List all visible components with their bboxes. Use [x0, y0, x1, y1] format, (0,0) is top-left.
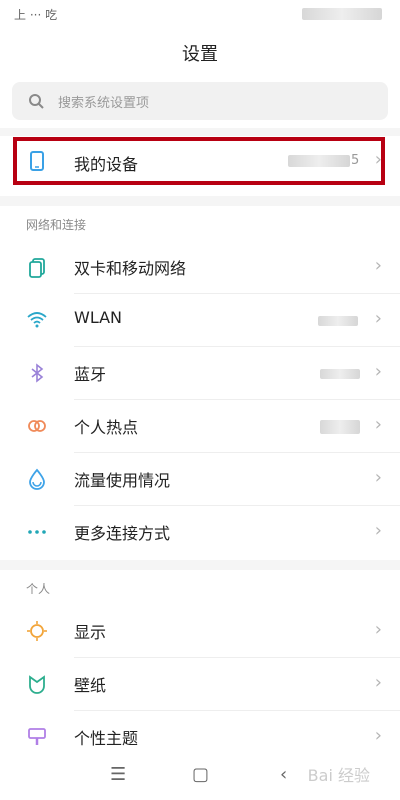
- status-carrier: 上 ··· 吃: [14, 8, 58, 22]
- chevron-right-icon: ›: [374, 520, 382, 541]
- row-wallpaper[interactable]: 壁纸 ›: [0, 658, 400, 711]
- menu-button[interactable]: ☰: [110, 764, 126, 785]
- hotspot-icon: [28, 420, 46, 432]
- row-dual-sim[interactable]: 双卡和移动网络 ›: [0, 241, 400, 294]
- navigation-bar: ☰ ▢ ‹ Bai 经验: [0, 752, 400, 800]
- section-title-personal: 个人: [26, 582, 51, 596]
- status-icons: [302, 8, 382, 20]
- row-bluetooth[interactable]: 蓝牙 ›: [0, 347, 400, 400]
- section-divider: [0, 196, 400, 206]
- search-placeholder: 搜索系统设置项: [58, 96, 150, 111]
- chevron-right-icon: ›: [374, 619, 382, 640]
- home-button[interactable]: ▢: [192, 764, 209, 785]
- highlight-box: [13, 137, 385, 185]
- row-hotspot[interactable]: 个人热点 ›: [0, 400, 400, 453]
- display-icon: [27, 621, 47, 641]
- row-label: 流量使用情况: [74, 471, 171, 490]
- wallpaper-icon: [29, 675, 45, 694]
- wifi-icon: [27, 312, 47, 328]
- data-usage-icon: [29, 468, 45, 490]
- row-wlan[interactable]: WLAN ›: [0, 294, 400, 347]
- row-label: 个人热点: [74, 418, 139, 437]
- chevron-right-icon: ›: [374, 361, 382, 382]
- chevron-right-icon: ›: [374, 308, 382, 329]
- bluetooth-value: [320, 369, 360, 379]
- search-input[interactable]: 搜索系统设置项: [12, 82, 388, 120]
- row-label: 双卡和移动网络: [74, 259, 187, 278]
- theme-icon: [28, 728, 46, 745]
- row-data-usage[interactable]: 流量使用情况 ›: [0, 453, 400, 506]
- wlan-value: [318, 316, 358, 326]
- row-label: 显示: [74, 623, 107, 642]
- row-display[interactable]: 显示 ›: [0, 605, 400, 658]
- section-divider: [0, 128, 400, 136]
- chevron-right-icon: ›: [374, 725, 382, 746]
- bluetooth-icon: [31, 363, 44, 383]
- baidu-watermark-logo: Bai 经验: [307, 766, 370, 785]
- row-label: 更多连接方式: [74, 524, 171, 543]
- hotspot-value: [320, 420, 360, 434]
- sim-card-icon: [29, 258, 45, 278]
- more-dots-icon: [28, 530, 46, 534]
- chevron-right-icon: ›: [374, 414, 382, 435]
- chevron-right-icon: ›: [374, 672, 382, 693]
- section-title-network: 网络和连接: [26, 218, 87, 232]
- row-label: WLAN: [74, 308, 123, 327]
- chevron-right-icon: ›: [374, 467, 382, 488]
- row-label: 个性主题: [74, 729, 139, 748]
- back-button[interactable]: ‹: [280, 764, 287, 785]
- row-label: 壁纸: [74, 676, 107, 695]
- section-divider: [0, 560, 400, 570]
- search-icon: [29, 94, 44, 109]
- row-label: 蓝牙: [74, 365, 107, 384]
- page-title: 设置: [182, 44, 218, 65]
- row-more-connections[interactable]: 更多连接方式 ›: [0, 506, 400, 559]
- chevron-right-icon: ›: [374, 255, 382, 276]
- status-bar: 上 ··· 吃: [0, 0, 400, 30]
